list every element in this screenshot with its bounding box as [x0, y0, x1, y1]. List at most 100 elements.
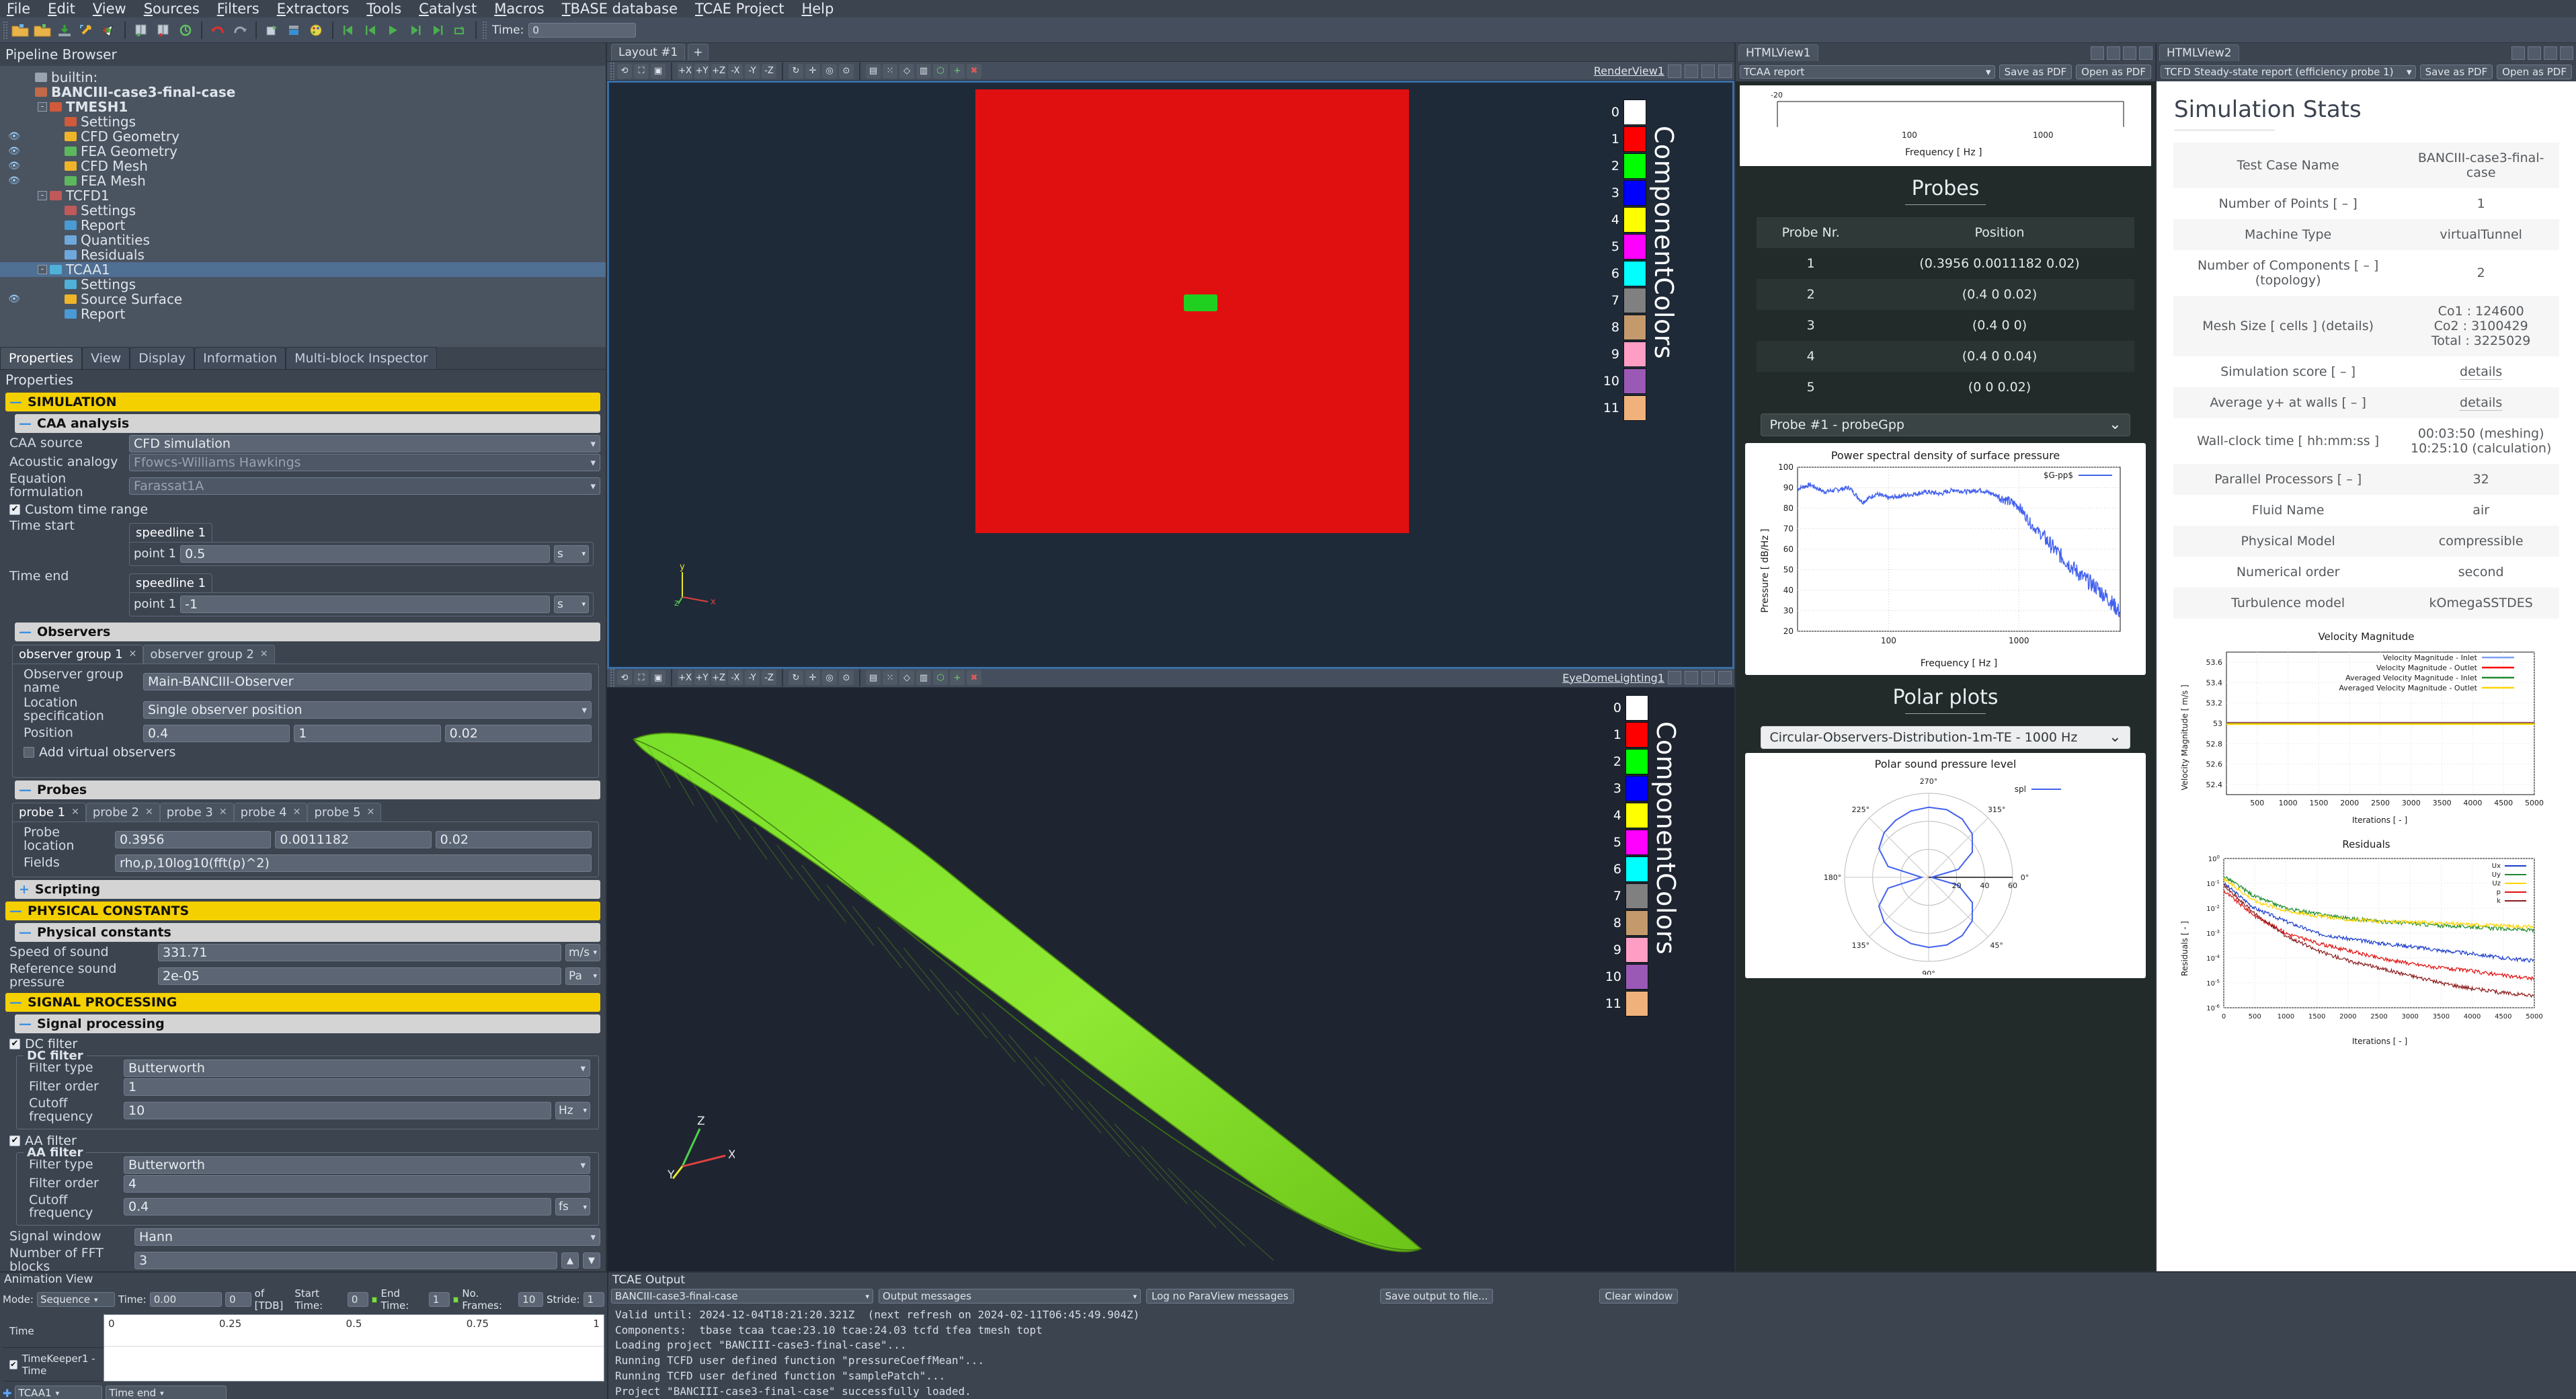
- show-center-icon-2[interactable]: ⊙: [839, 670, 854, 685]
- save-data-icon[interactable]: [54, 20, 75, 40]
- axis-x-icon[interactable]: +X: [678, 63, 692, 79]
- properties-panel[interactable]: — SIMULATION — CAA analysis CAA source C…: [0, 390, 606, 1271]
- collapse-icon[interactable]: —: [19, 625, 32, 639]
- zoom-to-data-icon-2[interactable]: ⛶: [634, 670, 649, 685]
- add-virtual-observers-checkbox[interactable]: [24, 746, 34, 758]
- select-frustum-icon-2[interactable]: ◇: [899, 670, 914, 685]
- time-start-speedline-tab[interactable]: speedline 1: [129, 522, 213, 542]
- zoom-to-box-icon[interactable]: ▣: [651, 63, 666, 79]
- menu-bar[interactable]: File Edit View Sources Filters Extractors Tool…: [0, 0, 2576, 17]
- animation-property-select[interactable]: Time end: [106, 1386, 227, 1399]
- dc-cutoff-unit[interactable]: Hz ▾: [555, 1101, 590, 1119]
- tcaa-open-pdf-button[interactable]: Open as PDF: [2076, 65, 2151, 79]
- time-end-unit[interactable]: s ▾: [554, 595, 589, 613]
- pipeline-node-fea-mesh[interactable]: 👁 FEA Mesh: [0, 173, 606, 189]
- split-horizontal-button[interactable]: [1668, 64, 1681, 78]
- aa-filter-row[interactable]: ✔ AA filter: [0, 1131, 606, 1150]
- html-view-2-tabbar[interactable]: HTMLView2: [2157, 43, 2576, 63]
- dc-filter-checkbox[interactable]: ✔: [9, 1038, 20, 1049]
- rotate-90-icon-2[interactable]: ↻: [789, 670, 803, 685]
- time-input[interactable]: 0: [528, 22, 637, 38]
- tcfd-report-select[interactable]: TCFD Steady-state report (efficiency pro…: [2161, 65, 2416, 79]
- collapse-icon[interactable]: —: [9, 395, 22, 409]
- caa-source-select[interactable]: CFD simulation: [129, 435, 600, 452]
- zoom-to-box-icon-2[interactable]: ▣: [651, 670, 666, 685]
- collapse-icon[interactable]: —: [9, 995, 22, 1010]
- aa-cutoff-unit[interactable]: fs ▾: [555, 1198, 590, 1216]
- close-icon[interactable]: ✕: [145, 807, 153, 817]
- animation-view-panel[interactable]: Animation View Mode: Sequence Time: 0.00…: [0, 1273, 608, 1399]
- menu-item-filters[interactable]: Filters: [217, 1, 259, 17]
- pipeline-node-settings[interactable]: Settings: [0, 114, 606, 130]
- tcaa-report-body[interactable]: -20 100 1000 Frequency [ Hz ] Probes Pro…: [1736, 81, 2155, 1271]
- track-time-label[interactable]: Time: [3, 1314, 104, 1348]
- observer-position-x[interactable]: 0.4: [143, 724, 290, 742]
- axis-negz-icon-2[interactable]: -Z: [762, 670, 776, 685]
- edit-color-palette-icon[interactable]: [307, 20, 327, 40]
- timeline-track-area[interactable]: 0 0.25 0.5 0.75 1: [104, 1314, 604, 1382]
- expand-collapse-icon[interactable]: -: [38, 265, 47, 274]
- pipeline-node-quantities[interactable]: Quantities: [0, 232, 606, 248]
- split-v-2[interactable]: [2528, 46, 2541, 60]
- time-start-value[interactable]: 0.5: [180, 545, 550, 563]
- fft-blocks-increment[interactable]: ▲: [561, 1252, 579, 1269]
- collapse-icon[interactable]: —: [19, 783, 32, 797]
- equation-formulation-select[interactable]: Farassat1A: [129, 477, 600, 495]
- animation-source-select[interactable]: TCAA1: [15, 1386, 103, 1399]
- field-observer-group-name[interactable]: Observer group name Main-BANCIII-Observe…: [14, 668, 597, 696]
- menu-item-edit[interactable]: Edit: [48, 1, 75, 17]
- field-dc-filter-type[interactable]: Filter type Butterworth: [19, 1059, 596, 1078]
- axis-negx-icon-2[interactable]: -X: [728, 670, 743, 685]
- stats-value-cell[interactable]: details: [2403, 387, 2560, 418]
- pipeline-node-tcfd1[interactable]: - TCFD1: [0, 188, 606, 204]
- field-signal-window[interactable]: Signal window Hann: [0, 1228, 606, 1246]
- animation-tracks[interactable]: Time ✔ TimeKeeper1 - Time 0 0.25 0.5 0.75 1: [3, 1314, 604, 1382]
- open-recent-icon[interactable]: [32, 20, 52, 40]
- fft-blocks-input[interactable]: 3: [134, 1252, 557, 1270]
- split-h-2[interactable]: [2511, 46, 2525, 60]
- expand-collapse-icon[interactable]: -: [38, 102, 47, 112]
- maximize-button[interactable]: [1701, 64, 1715, 78]
- axis-x-icon-2[interactable]: +X: [678, 670, 692, 685]
- observer-group-tabs[interactable]: observer group 1 ✕ observer group 2 ✕: [12, 644, 599, 664]
- pipeline-node-report[interactable]: Report: [0, 217, 606, 233]
- time-start-unit[interactable]: s ▾: [554, 545, 589, 563]
- toolbar-grip[interactable]: [3, 20, 8, 40]
- pipeline-node-builtin-[interactable]: builtin:: [0, 69, 606, 85]
- interactive-select-icon[interactable]: ⬡: [933, 63, 948, 79]
- select-frustum-icon[interactable]: ◇: [899, 63, 914, 79]
- paraview-logo-icon[interactable]: [99, 20, 119, 40]
- render-view-name[interactable]: RenderView1: [1594, 65, 1664, 77]
- collapse-icon[interactable]: —: [19, 925, 32, 940]
- zoom-to-data-icon[interactable]: ⛶: [634, 63, 649, 79]
- view-toolbar-grip[interactable]: [610, 61, 615, 81]
- next-frame-icon[interactable]: [405, 20, 426, 40]
- location-specification-select[interactable]: Single observer position: [143, 701, 592, 719]
- fft-blocks-decrement[interactable]: ▼: [583, 1252, 600, 1269]
- clear-selection-icon[interactable]: ✖: [967, 63, 981, 79]
- axis-y-icon-2[interactable]: +Y: [694, 670, 709, 685]
- reset-session-icon[interactable]: [175, 20, 196, 40]
- pipeline-node-fea-geometry[interactable]: 👁 FEA Geometry: [0, 143, 606, 159]
- menu-item-view[interactable]: View: [93, 1, 126, 17]
- center-axes-icon-2[interactable]: ✛: [805, 670, 820, 685]
- split-h-1[interactable]: [2091, 46, 2104, 60]
- open-file-icon[interactable]: [10, 20, 30, 40]
- pipeline-node-tmesh1[interactable]: - TMESH1: [0, 99, 606, 115]
- redo-icon[interactable]: [230, 20, 250, 40]
- field-fft-blocks[interactable]: Number of FFT blocks 3 ▲ ▼: [0, 1246, 606, 1271]
- close-view-button-2[interactable]: [1718, 671, 1732, 684]
- close-1[interactable]: [2139, 46, 2152, 60]
- reference-sound-pressure-input[interactable]: 2e-05: [158, 967, 561, 985]
- menu-item-tools[interactable]: Tools: [366, 1, 401, 17]
- main-toolbar[interactable]: Time: 0: [0, 17, 2576, 43]
- split-v-1[interactable]: [2107, 46, 2120, 60]
- menu-item-macros[interactable]: Macros: [494, 1, 545, 17]
- tcae-output-log[interactable]: Valid until: 2024-12-04T18:21:20.321Z (n…: [608, 1305, 2576, 1399]
- close-icon[interactable]: ✕: [219, 807, 227, 817]
- tcae-output-controls[interactable]: BANCIII-case3-final-case Output messages…: [608, 1287, 2576, 1305]
- properties-tabbar[interactable]: Properties View Display Information Multi-bl…: [0, 347, 606, 370]
- menu-item-file[interactable]: File: [7, 1, 30, 17]
- dc-filter-type-select[interactable]: Butterworth: [124, 1059, 590, 1077]
- close-icon[interactable]: ✕: [293, 807, 301, 817]
